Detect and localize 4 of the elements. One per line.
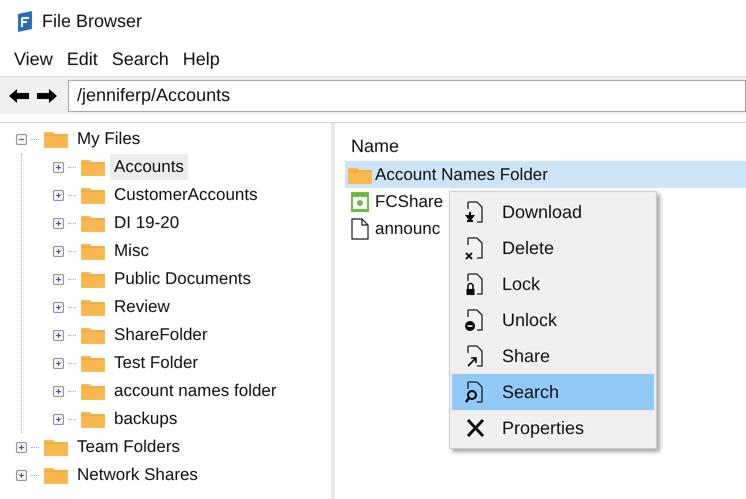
window-title: File Browser (42, 10, 142, 32)
file-name: FCShare (375, 190, 444, 213)
file-name: announc (375, 218, 440, 240)
file-name: Account Names Folder (375, 164, 548, 186)
